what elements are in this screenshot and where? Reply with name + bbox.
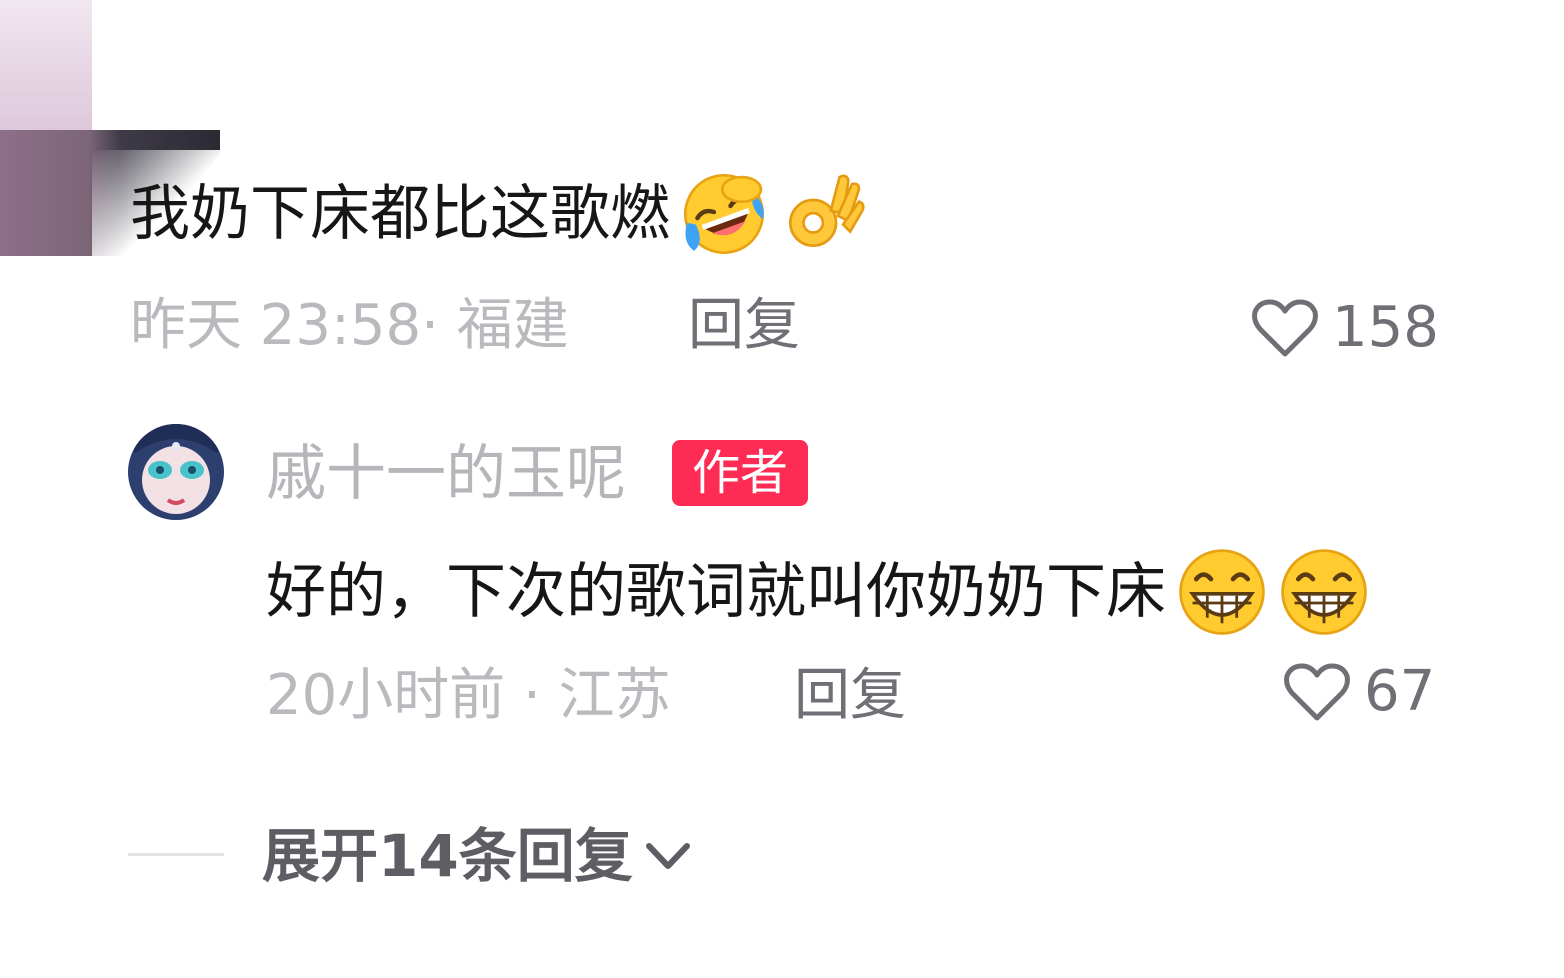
like-count: 158 <box>1332 295 1439 360</box>
like-button[interactable]: 158 <box>1252 296 1439 360</box>
reply-timestamp-location: 20小时前 · 江苏 <box>266 663 671 728</box>
reply-button[interactable]: 回复 <box>688 294 800 358</box>
heart-icon <box>1252 299 1318 357</box>
expand-divider <box>128 853 224 856</box>
like-count: 67 <box>1364 659 1436 724</box>
reply-text-row: 好的，下次的歌词就叫你奶奶下床 <box>266 546 1370 638</box>
expand-replies-button[interactable]: 展开14条回复 <box>262 822 693 890</box>
comment-text: 我奶下床都比这歌燃 <box>130 179 670 249</box>
rolling-laughing-emoji-icon <box>680 170 768 258</box>
heart-icon <box>1284 663 1350 721</box>
reply-button[interactable]: 回复 <box>794 664 906 728</box>
reply-username[interactable]: 戚十一的玉呢 <box>266 440 626 508</box>
comment-timestamp-location: 昨天 23:58· 福建 <box>130 293 569 358</box>
ok-hand-emoji-icon <box>778 170 866 258</box>
grinning-emoji-icon <box>1176 546 1268 638</box>
reply-text: 好的，下次的歌词就叫你奶奶下床 <box>266 557 1166 627</box>
grinning-emoji-icon <box>1278 546 1370 638</box>
avatar[interactable] <box>128 424 224 520</box>
author-badge: 作者 <box>672 440 808 506</box>
like-button[interactable]: 67 <box>1284 660 1435 724</box>
chevron-down-icon <box>645 843 690 869</box>
comment-text-row: 我奶下床都比这歌燃 <box>130 170 866 258</box>
expand-replies-label: 展开14条回复 <box>262 822 633 890</box>
